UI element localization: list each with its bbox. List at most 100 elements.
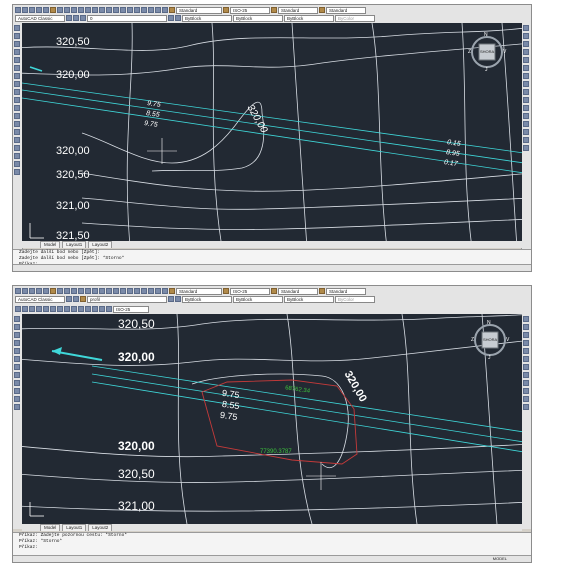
text-style-select[interactable]: Standard [176,287,222,295]
redo-icon[interactable] [85,7,91,13]
color-select[interactable]: ByBlock [182,295,232,303]
trim-icon[interactable] [523,380,529,386]
preview-icon[interactable] [43,288,49,294]
design-center-icon[interactable] [127,7,133,13]
layer-on-icon[interactable] [80,15,86,21]
viewcube-north[interactable]: N [484,32,488,38]
markup-icon[interactable] [148,288,154,294]
tab-model[interactable]: Model [40,524,61,531]
scale-icon[interactable] [523,81,529,87]
point-icon[interactable] [14,129,20,135]
dim-style-select[interactable]: ISO-25 [230,6,270,14]
circle-icon[interactable] [14,364,20,370]
dim-diameter-icon[interactable] [50,306,56,312]
layer-previous-icon[interactable] [175,296,181,302]
copy-icon[interactable] [64,7,70,13]
zoom-window-icon[interactable] [106,7,112,13]
insert-block-icon[interactable] [14,113,20,119]
continue-icon[interactable] [78,306,84,312]
make-block-icon[interactable] [14,121,20,127]
mleader-style-select[interactable]: Standard [326,6,366,14]
sheet-set-icon[interactable] [141,7,147,13]
dim-radius-icon[interactable] [43,306,49,312]
rotate-icon[interactable] [523,364,529,370]
workspace-select[interactable]: AutoCAD Classic [15,14,65,22]
tolerance-icon[interactable] [85,306,91,312]
zoom-icon[interactable] [99,288,105,294]
hatch-icon[interactable] [14,404,20,410]
dim-angular-icon[interactable] [57,306,63,312]
dim-arc-icon[interactable] [29,306,35,312]
dim-update-icon[interactable] [106,306,112,312]
tool-palettes-icon[interactable] [134,288,140,294]
layer-manager-icon[interactable] [66,296,72,302]
layer-state-icon[interactable] [73,15,79,21]
join-icon[interactable] [523,121,529,127]
print-icon[interactable] [36,288,42,294]
drawing-canvas[interactable]: 320,50 320,00 320,00 320,00 320,50 321,0… [22,23,522,248]
move-icon[interactable] [523,356,529,362]
viewcube-face-label[interactable]: SHORA [483,337,497,342]
open-icon[interactable] [22,7,28,13]
color-select[interactable]: ByBlock [182,14,232,22]
text-style-select[interactable]: Standard [176,6,222,14]
tab-layout1[interactable]: Layout1 [62,241,87,248]
tab-layout2[interactable]: Layout2 [88,524,113,531]
model-space-toggle[interactable]: MODEL [493,556,507,562]
mirror-icon[interactable] [523,41,529,47]
ellipse-arc-icon[interactable] [14,105,20,111]
region-icon[interactable] [14,153,20,159]
construction-line-icon[interactable] [14,33,20,39]
drawing-canvas[interactable]: 320,50 320,00 320,00 320,00 320,50 321,0… [22,314,522,524]
paste-icon[interactable] [71,288,77,294]
tool-palettes-icon[interactable] [134,7,140,13]
lineweight-select[interactable]: ByBlock [284,295,334,303]
table-style-select[interactable]: Standard [278,6,318,14]
make-current-icon[interactable] [168,296,174,302]
design-center-icon[interactable] [127,288,133,294]
fillet-icon[interactable] [523,137,529,143]
stretch-icon[interactable] [523,89,529,95]
undo-icon[interactable] [78,7,84,13]
copy-object-icon[interactable] [523,33,529,39]
preview-icon[interactable] [43,7,49,13]
viewcube-south[interactable]: J [485,67,488,73]
markup-icon[interactable] [148,7,154,13]
hatch-icon[interactable] [14,137,20,143]
plotstyle-select[interactable]: ByColor [335,14,375,22]
pan-icon[interactable] [92,7,98,13]
dim-linear-icon[interactable] [15,306,21,312]
chamfer-icon[interactable] [523,129,529,135]
move-icon[interactable] [523,65,529,71]
tab-layout2[interactable]: Layout2 [88,241,113,248]
spline-icon[interactable] [14,89,20,95]
baseline-icon[interactable] [71,306,77,312]
redo-icon[interactable] [85,288,91,294]
linetype-select[interactable]: ByBlock [233,14,283,22]
offset-icon[interactable] [523,340,529,346]
print-icon[interactable] [36,7,42,13]
help-icon[interactable] [162,288,168,294]
viewcube-west[interactable]: Z [468,49,471,55]
make-current-icon[interactable] [168,15,174,21]
circle-icon[interactable] [14,73,20,79]
zoom-window-icon[interactable] [106,288,112,294]
layer-previous-icon[interactable] [175,15,181,21]
linetype-select[interactable]: ByBlock [233,295,283,303]
sheet-set-icon[interactable] [141,288,147,294]
extend-icon[interactable] [523,105,529,111]
explode-icon[interactable] [523,404,529,410]
construction-line-icon[interactable] [14,324,20,330]
zoom-icon[interactable] [99,7,105,13]
arc-icon[interactable] [14,356,20,362]
table-style-select[interactable]: Standard [278,287,318,295]
arc-icon[interactable] [14,65,20,71]
array-icon[interactable] [523,348,529,354]
rotate-icon[interactable] [523,73,529,79]
polyline-icon[interactable] [14,41,20,47]
insert-block-icon[interactable] [14,388,20,394]
explode-icon[interactable] [523,145,529,151]
line-icon[interactable] [14,316,20,322]
mirror-icon[interactable] [523,332,529,338]
revision-cloud-icon[interactable] [14,81,20,87]
